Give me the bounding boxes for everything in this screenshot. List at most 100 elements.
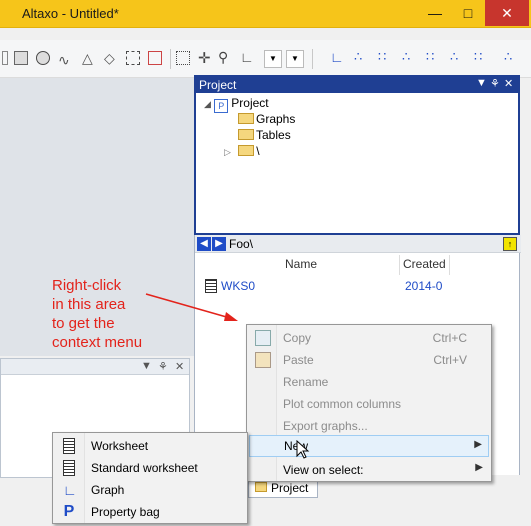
arrow-icon[interactable] <box>2 51 8 65</box>
triangle-icon[interactable]: △ <box>82 50 93 67</box>
menu-item-view-on-select[interactable]: View on select: ▶ <box>249 459 489 481</box>
annotation-arrow <box>145 293 238 321</box>
submenu-item-standard-worksheet[interactable]: Standard worksheet <box>55 457 245 479</box>
tree-item-label: Tables <box>256 128 291 142</box>
back-icon[interactable]: ◀ <box>197 237 211 251</box>
tree-item-tables[interactable]: Tables <box>238 128 291 144</box>
scatter-plot5-icon[interactable]: ∴ <box>450 49 458 65</box>
menu-item-label: Graph <box>91 483 125 497</box>
tree-item-root-folder[interactable]: ▷ \ <box>224 144 260 160</box>
standard-worksheet-icon <box>63 460 75 476</box>
submenu-item-worksheet[interactable]: Worksheet <box>55 435 245 457</box>
menu-item-new[interactable]: New ▶ <box>249 435 489 457</box>
toolbar-separator <box>312 49 313 69</box>
folder-icon <box>238 129 254 140</box>
window-title: Altaxo - Untitled* <box>22 6 119 21</box>
expand-icon[interactable]: ◢ <box>204 99 211 109</box>
rectangle-icon[interactable] <box>14 51 28 65</box>
folder-navigation-bar: ◀ ▶ Foo\ ↑ <box>195 235 521 253</box>
scatter-plot6-icon[interactable]: ∷ <box>474 49 482 65</box>
minimize-icon[interactable]: — <box>418 0 452 26</box>
context-menu: Copy Ctrl+C Paste Ctrl+V Rename Plot com… <box>246 324 492 482</box>
project-pane-header: Project ▼ ⚘ ✕ <box>196 77 518 93</box>
menu-item-export-graphs[interactable]: Export graphs... <box>249 415 489 437</box>
project-icon: P <box>214 99 229 113</box>
menu-item-label: Paste <box>283 353 314 367</box>
submenu-arrow-icon: ▶ <box>475 462 483 473</box>
window-title-bar: Altaxo - Untitled* — □ ✕ <box>0 0 531 28</box>
ellipse-icon[interactable] <box>36 51 50 65</box>
menu-item-label: View on select: <box>283 463 364 477</box>
submenu-item-property-bag[interactable]: P Property bag <box>55 501 245 523</box>
tab-label: Project <box>271 481 309 495</box>
menu-item-rename[interactable]: Rename <box>249 371 489 393</box>
maximize-icon[interactable]: □ <box>451 0 485 26</box>
current-folder-path: Foo\ <box>229 237 254 251</box>
property-bag-icon: P <box>63 503 75 520</box>
scatter-plot-icon[interactable]: ∴ <box>354 49 362 65</box>
zoom-icon[interactable]: ⚲ <box>218 49 228 66</box>
menu-item-copy[interactable]: Copy Ctrl+C <box>249 327 489 349</box>
pin-icon[interactable]: ⚘ <box>490 77 500 90</box>
submenu-item-graph[interactable]: ∟ Graph <box>55 479 245 501</box>
close-icon[interactable]: ✕ <box>485 0 529 26</box>
forward-icon[interactable]: ▶ <box>212 237 226 251</box>
folder-icon <box>238 113 254 124</box>
annotation-line: in this area <box>52 296 126 313</box>
menu-item-label: Property bag <box>91 505 160 519</box>
folder-up-icon[interactable]: ↑ <box>503 237 517 251</box>
column-separator[interactable] <box>399 255 400 275</box>
close-icon[interactable]: ✕ <box>504 77 513 90</box>
column-header-created[interactable]: Created <box>403 257 446 275</box>
new-submenu: Worksheet Standard worksheet ∟ Graph P P… <box>52 432 248 524</box>
scatter-plot4-icon[interactable]: ∷ <box>426 49 434 65</box>
tree-item-label: \ <box>256 144 260 158</box>
submenu-arrow-icon: ▶ <box>474 439 482 450</box>
grid-icon[interactable] <box>176 51 190 65</box>
scatter-plot2-icon[interactable]: ∷ <box>378 49 386 65</box>
annotation-line: context menu <box>52 334 143 351</box>
arrow-head <box>224 312 238 321</box>
arrow-line <box>145 293 231 319</box>
menu-item-label: Plot common columns <box>283 397 402 411</box>
output-pane-header: ▼ ⚘ ✕ <box>1 359 189 375</box>
axis-icon[interactable]: ∟ <box>240 49 254 65</box>
tree-item-project[interactable]: ◢ P Project <box>204 96 269 113</box>
group-icon[interactable] <box>148 51 162 65</box>
copy-icon <box>255 330 271 346</box>
pin-icon[interactable]: ⚘ <box>158 360 168 373</box>
menu-item-shortcut: Ctrl+V <box>433 353 467 367</box>
expand-icon[interactable]: ▷ <box>224 147 231 157</box>
line-plot-icon[interactable]: ∟ <box>330 49 344 65</box>
selection-icon[interactable] <box>126 51 140 65</box>
project-tab-icon <box>255 482 267 492</box>
toolbar: ∿ △ ◇ ✛ ⚲ ∟ ▼ ▼ ∟ ∴ ∷ ∴ ∷ ∴ ∷ ∴ <box>0 40 531 78</box>
dropdown-icon[interactable]: ▼ <box>141 360 152 372</box>
dropdown-icon[interactable]: ▼ <box>264 50 282 68</box>
dropdown-icon[interactable]: ▼ <box>286 50 304 68</box>
close-icon[interactable]: ✕ <box>175 360 184 373</box>
annotation-line: to get the <box>52 315 115 332</box>
menu-item-label: Rename <box>283 375 329 389</box>
project-pane: Project ▼ ⚘ ✕ ◢ P Project Graphs Tables ▷… <box>194 75 520 235</box>
scatter-plot7-icon[interactable]: ∴ <box>504 49 512 65</box>
list-item[interactable]: WKS0 2014-0 <box>205 279 515 297</box>
column-header-name[interactable]: Name <box>285 257 317 275</box>
folder-icon <box>238 145 255 156</box>
column-separator[interactable] <box>449 255 450 275</box>
menu-item-label: Copy <box>283 331 312 345</box>
menu-item-label: Standard worksheet <box>91 461 198 475</box>
tree-item-label: Project <box>231 96 269 110</box>
crosshair-icon[interactable]: ✛ <box>198 49 211 67</box>
menu-item-label: Export graphs... <box>283 419 368 433</box>
shape-icon[interactable]: ◇ <box>104 50 115 67</box>
tree-item-graphs[interactable]: Graphs <box>238 112 295 128</box>
mouse-cursor-icon <box>296 440 310 459</box>
scatter-plot3-icon[interactable]: ∴ <box>402 49 410 65</box>
menu-item-plot-common-columns[interactable]: Plot common columns <box>249 393 489 415</box>
menu-item-paste[interactable]: Paste Ctrl+V <box>249 349 489 371</box>
menu-item-shortcut: Ctrl+C <box>432 331 467 345</box>
dropdown-icon[interactable]: ▼ <box>476 77 487 89</box>
curve-icon[interactable]: ∿ <box>58 52 70 69</box>
menu-item-label: Worksheet <box>91 439 149 453</box>
